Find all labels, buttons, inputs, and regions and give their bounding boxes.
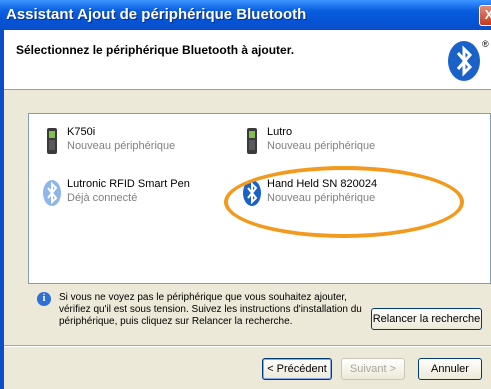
highlight-oval-annotation xyxy=(224,166,464,238)
device-item-k750i[interactable]: K750i Nouveau périphérique xyxy=(41,126,241,160)
bluetooth-icon xyxy=(43,180,61,206)
button-separator xyxy=(4,345,491,347)
back-button[interactable]: < Précédent xyxy=(262,358,332,380)
device-name: Lutronic RFID Smart Pen xyxy=(67,178,190,190)
device-item-lutronic-rfid-smart-pen[interactable]: Lutronic RFID Smart Pen Déjà connecté xyxy=(41,178,241,212)
registered-mark: ® xyxy=(482,39,489,49)
bluetooth-wizard-window: Assistant Ajout de périphérique Bluetoot… xyxy=(0,0,491,389)
bluetooth-logo-icon xyxy=(448,41,480,81)
page-heading: Sélectionnez le périphérique Bluetooth à… xyxy=(16,43,295,57)
device-name: Lutro xyxy=(267,126,293,138)
mobile-phone-icon xyxy=(47,128,57,154)
cancel-button[interactable]: Annuler xyxy=(418,358,482,380)
device-status: Déjà connecté xyxy=(67,192,138,204)
info-text: Si vous ne voyez pas le périphérique que… xyxy=(59,292,362,327)
device-item-lutro[interactable]: Lutro Nouveau périphérique xyxy=(241,126,441,160)
wizard-header: Sélectionnez le périphérique Bluetooth à… xyxy=(4,30,491,90)
info-icon: i xyxy=(37,292,51,306)
search-again-button[interactable]: Relancer la recherche xyxy=(371,308,482,330)
title-bar[interactable]: Assistant Ajout de périphérique Bluetoot… xyxy=(0,0,491,30)
mobile-phone-icon xyxy=(247,128,257,154)
device-status: Nouveau périphérique xyxy=(67,140,176,152)
next-button[interactable]: Suivant > xyxy=(341,358,405,380)
close-button[interactable]: X xyxy=(479,5,491,26)
device-status: Nouveau périphérique xyxy=(267,140,376,152)
device-name: K750i xyxy=(67,126,96,138)
window-title: Assistant Ajout de périphérique Bluetoot… xyxy=(6,6,307,23)
